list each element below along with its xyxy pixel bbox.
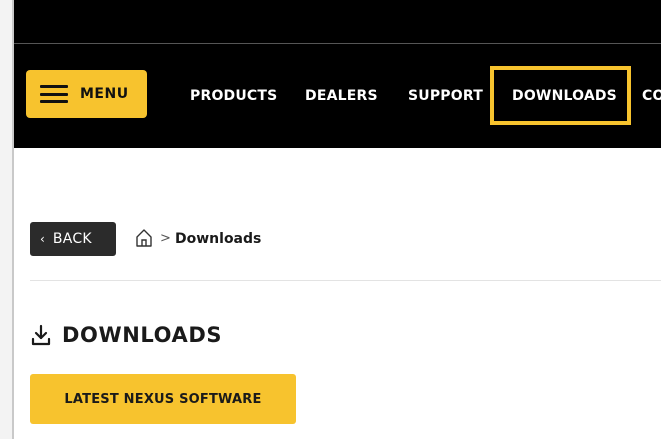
menu-label: MENU [80, 86, 129, 102]
section-divider [30, 280, 661, 281]
menu-button[interactable]: MENU [26, 70, 147, 118]
nav-item-dealers[interactable]: DEALERS [305, 88, 378, 106]
hamburger-icon [40, 85, 68, 103]
chevron-left-icon: ‹ [40, 232, 45, 246]
back-label: BACK [52, 231, 92, 247]
nav-item-products[interactable]: PRODUCTS [190, 88, 277, 106]
nav-item-contact[interactable]: CO [642, 88, 661, 106]
latest-nexus-software-button[interactable]: LATEST NEXUS SOFTWARE [30, 374, 296, 424]
window-frame [0, 0, 14, 439]
page-title: DOWNLOADS [62, 323, 223, 347]
active-nav-highlight [490, 66, 631, 125]
breadcrumb-separator: > [160, 231, 171, 246]
download-icon [31, 324, 51, 346]
breadcrumb-current: Downloads [175, 231, 262, 247]
header-divider [14, 43, 661, 44]
page: MENU PRODUCTS DEALERS SUPPORT DOWNLOADS … [0, 0, 661, 439]
back-button[interactable]: ‹ BACK [30, 222, 116, 256]
cta-label: LATEST NEXUS SOFTWARE [64, 391, 262, 407]
nav-item-support[interactable]: SUPPORT [408, 88, 483, 106]
home-icon[interactable] [135, 228, 153, 248]
